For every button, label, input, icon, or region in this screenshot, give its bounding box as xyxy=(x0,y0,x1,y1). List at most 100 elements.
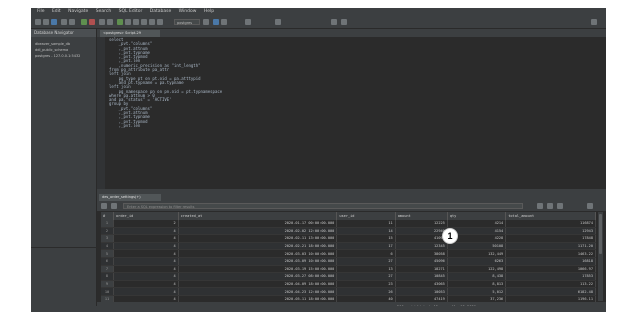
menu-database[interactable]: Database xyxy=(150,9,171,14)
column-header[interactable]: amount xyxy=(395,212,448,220)
table-cell[interactable]: 22940 xyxy=(395,227,448,236)
save-icon[interactable] xyxy=(51,19,57,25)
table-cell[interactable]: 6182.48 xyxy=(505,287,596,296)
table-cell[interactable]: 2020-03-09 10:00:00.000 xyxy=(178,257,338,266)
table-cell[interactable]: 10845 xyxy=(395,272,448,281)
filter-icon[interactable] xyxy=(101,203,107,209)
table-cell[interactable]: 2020-02-21 18:00:00.000 xyxy=(178,242,338,251)
search-icon[interactable] xyxy=(245,19,251,25)
link-icon[interactable] xyxy=(275,19,281,25)
table-row[interactable]: 6 4 2020-03-09 10:00:00.000 27 45096 6263 1681… xyxy=(101,257,596,266)
table-cell[interactable]: 4214 xyxy=(447,220,507,228)
column-header[interactable]: user_id xyxy=(336,212,396,220)
table-row[interactable]: 7 4 2020-03-19 15:00:00.000 13 18271 122,498 1… xyxy=(101,265,596,274)
menu-sql-editor[interactable]: SQL Editor xyxy=(119,9,143,14)
table-cell[interactable]: 41094 xyxy=(395,234,448,243)
table-cell[interactable]: 12943 xyxy=(505,227,596,236)
table-row[interactable]: 4 4 2020-02-21 18:00:00.000 17 12345 50108 117… xyxy=(101,242,596,251)
menu-file[interactable]: File xyxy=(37,9,45,14)
table-cell[interactable]: 27 xyxy=(336,257,396,266)
table-cell[interactable]: 15 xyxy=(336,234,396,243)
table-cell[interactable]: 4 xyxy=(113,287,179,296)
column-header[interactable]: total_amount xyxy=(505,212,596,220)
apply-filter-icon[interactable] xyxy=(537,203,543,209)
table-row[interactable]: 9 4 2020-04-09 18:00:00.000 23 43065 8,813 113… xyxy=(101,280,596,289)
table-cell[interactable]: 4 xyxy=(113,249,179,258)
transaction-icon[interactable] xyxy=(133,19,139,25)
toolbar-extra-icon[interactable] xyxy=(331,19,337,25)
table-cell[interactable]: 5,012 xyxy=(447,287,507,296)
table-row[interactable]: 5 4 2020-03-03 10:00:00.000 6 38058 132,449 14… xyxy=(101,249,596,258)
table-cell[interactable]: 17848 xyxy=(505,234,596,243)
table-cell[interactable]: 8,813 xyxy=(447,280,507,289)
table-cell[interactable]: 2020-02-02 12:00:00.000 xyxy=(178,227,338,236)
sql-editor[interactable]: <postgres> Script-29 select _pvt."column… xyxy=(97,29,606,189)
history-icon[interactable] xyxy=(149,19,155,25)
table-cell[interactable]: 4 xyxy=(113,265,179,274)
table-cell[interactable]: 16818 xyxy=(505,257,596,266)
table-cell[interactable]: 113.22 xyxy=(505,280,596,289)
table-row[interactable]: 1 2 2020-01-17 00:00:00.000 11 12225 4214 1168… xyxy=(101,220,596,228)
disconnect-icon[interactable] xyxy=(89,19,95,25)
panel-menu-icon[interactable] xyxy=(587,203,593,209)
explain-icon[interactable] xyxy=(125,19,131,25)
format-icon[interactable] xyxy=(141,19,147,25)
menu-help[interactable]: Help xyxy=(204,9,214,14)
table-cell[interactable]: 17 xyxy=(336,242,396,251)
connect-icon[interactable] xyxy=(81,19,87,25)
column-header[interactable]: order_id xyxy=(113,212,179,220)
tree-item[interactable]: postgres - 127.0.0.1:5432 xyxy=(31,53,96,59)
table-cell[interactable]: 38058 xyxy=(395,249,448,258)
table-cell[interactable]: 4 xyxy=(113,257,179,266)
table-cell[interactable]: 14 xyxy=(336,227,396,236)
rollback-icon[interactable] xyxy=(107,19,113,25)
table-cell[interactable]: 122,498 xyxy=(447,265,507,274)
table-cell[interactable]: 1171.20 xyxy=(505,242,596,251)
table-cell[interactable]: 23 xyxy=(336,280,396,289)
table-cell[interactable]: 1066.97 xyxy=(505,265,596,274)
table-cell[interactable]: 43065 xyxy=(395,280,448,289)
forward-icon[interactable] xyxy=(69,19,75,25)
table-cell[interactable]: 2020-03-27 08:00:00.000 xyxy=(178,272,338,281)
results-grid[interactable]: # order_id created_at user_id amount qty total… xyxy=(101,212,596,304)
code-line[interactable]: ,_pvt.len xyxy=(109,123,222,128)
table-cell[interactable]: 10053 xyxy=(395,287,448,296)
settings-icon[interactable] xyxy=(157,19,163,25)
table-cell[interactable]: 8,438 xyxy=(447,272,507,281)
table-cell[interactable]: 50108 xyxy=(447,242,507,251)
table-row[interactable]: 8 4 2020-03-27 08:00:00.000 27 10845 8,438 178… xyxy=(101,272,596,281)
table-cell[interactable]: 2 xyxy=(113,220,179,228)
open-icon[interactable] xyxy=(43,19,49,25)
menu-edit[interactable]: Edit xyxy=(52,9,61,14)
results-tab[interactable]: des_order_settings(+) xyxy=(99,194,161,201)
column-header[interactable]: created_at xyxy=(178,212,338,220)
table-cell[interactable]: 6 xyxy=(336,249,396,258)
sort-icon[interactable] xyxy=(111,203,117,209)
table-cell[interactable]: 2020-01-17 00:00:00.000 xyxy=(178,220,338,228)
table-cell[interactable]: 13 xyxy=(336,265,396,274)
table-cell[interactable]: 45096 xyxy=(395,257,448,266)
connection-combo[interactable]: postgres xyxy=(174,19,200,25)
navigator-tab[interactable]: Database Navigator xyxy=(31,29,96,37)
results-vertical-scrollbar[interactable] xyxy=(598,212,603,301)
table-cell[interactable]: 2020-03-03 10:00:00.000 xyxy=(178,249,338,258)
table-cell[interactable]: 2020-03-19 15:00:00.000 xyxy=(178,265,338,274)
table-cell[interactable]: 6263 xyxy=(447,257,507,266)
sql-code[interactable]: select _pvt."columns" ,_pvt.attnum ,_pvt… xyxy=(109,37,222,128)
table-cell[interactable]: 27 xyxy=(336,272,396,281)
menu-navigate[interactable]: Navigate xyxy=(68,9,88,14)
commit-icon[interactable] xyxy=(99,19,105,25)
table-cell[interactable]: 18271 xyxy=(395,265,448,274)
table-cell[interactable]: 4 xyxy=(113,234,179,243)
table-row[interactable]: 10 4 2020-04-23 12:00:00.000 26 10053 5,012 61… xyxy=(101,287,596,296)
table-cell[interactable]: 1463.22 xyxy=(505,249,596,258)
table-row[interactable]: 2 4 2020-02-02 12:00:00.000 14 22940 4154 1294… xyxy=(101,227,596,236)
table-row[interactable]: 3 4 2020-02-11 13:00:00.000 15 41094 4228 1784… xyxy=(101,234,596,243)
scrollbar-thumb[interactable] xyxy=(599,214,602,254)
table-cell[interactable]: 132,449 xyxy=(447,249,507,258)
history-filter-icon[interactable] xyxy=(557,203,563,209)
new-icon[interactable] xyxy=(35,19,41,25)
back-icon[interactable] xyxy=(61,19,67,25)
table-cell[interactable]: 12345 xyxy=(395,242,448,251)
column-header[interactable]: qty xyxy=(447,212,507,220)
